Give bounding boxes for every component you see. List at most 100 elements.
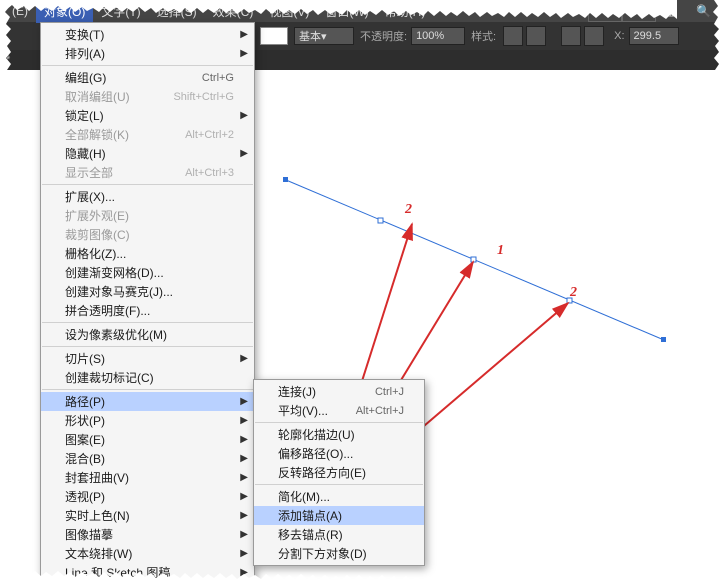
path-submenu-item-label: 添加锚点(A) [278, 507, 404, 524]
anchor-label-2a: 2 [405, 202, 412, 218]
path-submenu-item-label: 偏移路径(O)... [278, 445, 404, 462]
menu-select[interactable]: 选择(S) [149, 0, 205, 23]
object-menu-item-1[interactable]: 排列(A)▶ [41, 44, 254, 63]
object-menu-item-7[interactable]: 隐藏(H) ▶ [41, 144, 254, 163]
object-menu-item-label: 全部解锁(K) [65, 126, 185, 143]
object-menu-item-label: 实时上色(N) [65, 507, 234, 524]
object-menu-item-label: 形状(P) [65, 412, 234, 429]
object-menu-item-label: 取消编组(U) [65, 88, 173, 105]
object-menu-item-0[interactable]: 变换(T)▶ [41, 25, 254, 44]
object-menu-item-label: 路径(P) [65, 393, 234, 410]
submenu-arrow-icon: ▶ [240, 510, 248, 521]
object-menu-item-28[interactable]: 透视(P)▶ [41, 487, 254, 506]
path-submenu-item-label: 连接(J) [278, 383, 375, 400]
object-menu-item-11: 扩展外观(E) [41, 206, 254, 225]
object-menu-item-12: 裁剪图像(C) [41, 225, 254, 244]
submenu-arrow-icon: ▶ [240, 48, 248, 59]
object-menu-separator [42, 389, 253, 390]
object-menu-item-5[interactable]: 锁定(L)▶ [41, 106, 254, 125]
path-submenu-item-1[interactable]: 平均(V)...Alt+Ctrl+J [254, 401, 424, 420]
object-menu-item-label: 文本绕排(W) [65, 545, 234, 562]
menu-edit[interactable]: (E) [4, 1, 36, 21]
menu-object[interactable]: 对象(O) [36, 0, 93, 23]
object-menu-item-18[interactable]: 设为像素级优化(M) [41, 325, 254, 344]
object-menu-item-3[interactable]: 编组(G)Ctrl+G [41, 68, 254, 87]
style-button-1[interactable] [503, 26, 523, 46]
object-menu-item-13[interactable]: 栅格化(Z)... [41, 244, 254, 263]
path-submenu-item-label: 平均(V)... [278, 402, 356, 419]
path-submenu-item-9[interactable]: 移去锚点(R) [254, 525, 424, 544]
object-menu-item-4: 取消编组(U)Shift+Ctrl+G [41, 87, 254, 106]
menu-text[interactable]: 文字(T) [93, 0, 148, 23]
object-menu-item-label: 扩展(X)... [65, 188, 234, 205]
stroke-color[interactable] [260, 27, 288, 45]
path-submenu-item-8[interactable]: 添加锚点(A) [254, 506, 424, 525]
toolbutton-panels[interactable]: ▦ [656, 1, 688, 21]
toolbutton-search[interactable]: 🔍 [688, 1, 720, 21]
object-menu-separator [42, 346, 253, 347]
object-menu-item-label: 设为像素级优化(M) [65, 326, 234, 343]
object-menu-item-shortcut: Ctrl+G [202, 72, 234, 84]
object-menu-item-shortcut: Shift+Ctrl+G [173, 91, 234, 103]
object-menu-item-shortcut: Alt+Ctrl+2 [185, 129, 234, 141]
style-button-2[interactable] [526, 26, 546, 46]
transform-button[interactable] [584, 26, 604, 46]
object-menu-item-14[interactable]: 创建渐变网格(D)... [41, 263, 254, 282]
object-menu-item-label: 切片(S) [65, 350, 234, 367]
object-menu-item-label: 显示全部 [65, 164, 185, 181]
path-submenu-item-5[interactable]: 反转路径方向(E) [254, 463, 424, 482]
object-menu-item-30[interactable]: 图像描摹▶ [41, 525, 254, 544]
path-submenu-item-7[interactable]: 简化(M)... [254, 487, 424, 506]
menu-window[interactable]: 窗口(W) [317, 0, 376, 23]
path-submenu-item-label: 简化(M)... [278, 488, 404, 505]
brush-selector[interactable]: 基本 ▾ [294, 27, 354, 45]
object-menu-item-16[interactable]: 拼合透明度(F)... [41, 301, 254, 320]
object-menu-item-27[interactable]: 封套扭曲(V)▶ [41, 468, 254, 487]
object-menu-item-29[interactable]: 实时上色(N) ▶ [41, 506, 254, 525]
path-submenu-item-10[interactable]: 分割下方对象(D) [254, 544, 424, 563]
opacity-field[interactable]: 100% [411, 27, 465, 45]
anchor-label-2b: 2 [570, 285, 577, 301]
submenu-arrow-icon: ▶ [240, 491, 248, 502]
object-menu-separator [42, 65, 253, 66]
object-menu-item-26[interactable]: 混合(B)▶ [41, 449, 254, 468]
object-menu-item-label: 隐藏(H) [65, 145, 234, 162]
object-menu-item-21[interactable]: 创建裁切标记(C) [41, 368, 254, 387]
submenu-arrow-icon: ▶ [240, 434, 248, 445]
object-menu-item-15[interactable]: 创建对象马赛克(J)... [41, 282, 254, 301]
submenu-arrow-icon: ▶ [240, 548, 248, 559]
x-label: X: [614, 30, 624, 42]
style-label: 样式: [471, 28, 496, 44]
menu-bar: (E) 对象(O) 文字(T) 选择(S) 效果(C) 视图(V) 窗口(W) … [0, 0, 720, 22]
align-button[interactable] [561, 26, 581, 46]
object-menu-item-31[interactable]: 文本绕排(W) ▶ [41, 544, 254, 563]
toolbutton-st[interactable]: St [622, 0, 656, 22]
path-submenu-separator [255, 484, 423, 485]
path-submenu-item-3[interactable]: 轮廓化描边(U) [254, 425, 424, 444]
object-menu-separator [42, 184, 253, 185]
object-menu-item-24[interactable]: 形状(P)▶ [41, 411, 254, 430]
submenu-arrow-icon: ▶ [240, 148, 248, 159]
object-menu-item-23[interactable]: 路径(P)▶ [41, 392, 254, 411]
object-menu-item-25[interactable]: 图案(E) ▶ [41, 430, 254, 449]
path-submenu-separator [255, 422, 423, 423]
document-tab[interactable]: * [6, 54, 10, 66]
object-menu-item-label: 图案(E) [65, 431, 234, 448]
path-submenu-item-4[interactable]: 偏移路径(O)... [254, 444, 424, 463]
menu-view[interactable]: 视图(V) [261, 0, 317, 23]
menu-help[interactable]: 帮助(H) [377, 0, 434, 23]
object-menu-item-shortcut: Alt+Ctrl+3 [185, 167, 234, 179]
menu-effect[interactable]: 效果(C) [205, 0, 262, 23]
toolbutton-br[interactable]: Br [588, 0, 622, 22]
object-menu-item-20[interactable]: 切片(S)▶ [41, 349, 254, 368]
submenu-arrow-icon: ▶ [240, 529, 248, 540]
object-menu-item-label: Line 和 Sketch 图稿 [65, 564, 234, 579]
submenu-arrow-icon: ▶ [240, 567, 248, 578]
path-submenu-item-shortcut: Alt+Ctrl+J [356, 405, 404, 417]
object-menu-item-8: 显示全部Alt+Ctrl+3 [41, 163, 254, 182]
object-menu-item-label: 扩展外观(E) [65, 207, 234, 224]
path-submenu-item-0[interactable]: 连接(J)Ctrl+J [254, 382, 424, 401]
object-menu-item-32[interactable]: Line 和 Sketch 图稿 ▶ [41, 563, 254, 579]
object-menu-item-10[interactable]: 扩展(X)... [41, 187, 254, 206]
x-field[interactable]: 299.5 [629, 27, 679, 45]
